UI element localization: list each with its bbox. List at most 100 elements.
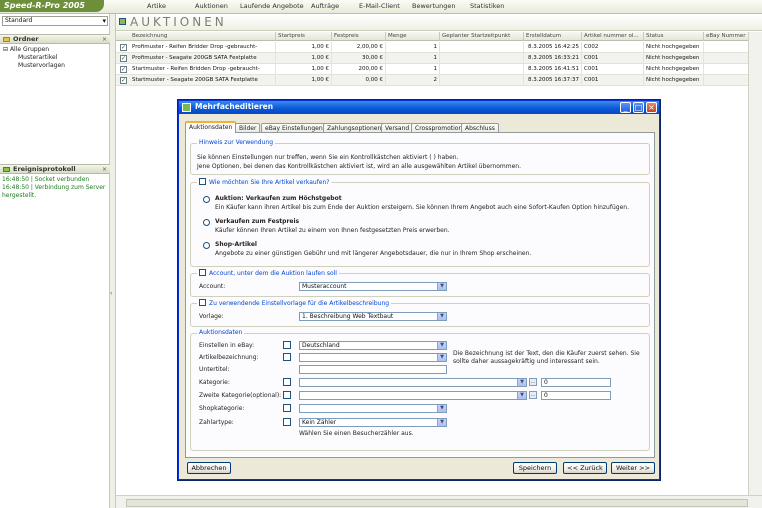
- row-checkbox[interactable]: ✓: [120, 55, 127, 62]
- minimize-button[interactable]: _: [620, 102, 631, 113]
- cell-start: 1,00 €: [276, 64, 332, 75]
- chevron-down-icon[interactable]: ▼: [437, 354, 446, 361]
- chevron-down-icon[interactable]: ▼: [437, 283, 446, 290]
- col-artikelnummer[interactable]: Artikel nummer ol...: [582, 32, 644, 41]
- tree-item-mustervorlagen[interactable]: Mustervorlagen: [18, 62, 65, 70]
- chevron-down-icon[interactable]: ▼: [437, 419, 446, 426]
- radio-shop-artikel[interactable]: [203, 242, 210, 249]
- template-label[interactable]: Zu verwendende Einstellvorlage für die A…: [197, 299, 392, 307]
- col-festpreis[interactable]: Festpreis: [332, 32, 386, 41]
- close-button[interactable]: ×: [646, 102, 657, 113]
- account-select[interactable]: Musteraccount ▼: [299, 282, 447, 291]
- nav-artikel[interactable]: Artike: [147, 2, 166, 10]
- cell-created: 8.3.2005 16:33:21: [524, 53, 582, 64]
- label-untertitel: Untertitel:: [199, 366, 230, 373]
- close-icon[interactable]: ×: [102, 165, 107, 174]
- radio-auktion[interactable]: [203, 196, 210, 203]
- col-bezeichnung[interactable]: Bezeichnung: [116, 32, 276, 41]
- vertical-scrollbar[interactable]: [748, 32, 762, 495]
- col-status[interactable]: Status: [644, 32, 704, 41]
- chevron-down-icon[interactable]: ▼: [517, 392, 526, 399]
- zweite-kategorie-browse-button[interactable]: ...: [529, 391, 537, 399]
- counter-note: Wählen Sie einen Besucherzähler aus.: [299, 430, 414, 437]
- checkbox-zaehler[interactable]: [283, 418, 291, 426]
- table-header: Bezeichnung Startpreis Festpreis Menge G…: [116, 32, 762, 41]
- dialog-titlebar[interactable]: Mehrfacheditieren _ □ ×: [179, 101, 659, 114]
- chevron-down-icon[interactable]: ▼: [437, 342, 446, 349]
- template-field-label: Vorlage:: [199, 313, 224, 320]
- account-checkbox[interactable]: [199, 269, 206, 276]
- kategorie-code[interactable]: 0: [541, 378, 611, 387]
- template-select[interactable]: 1. Beschreibung Web Textbaut ▼: [299, 312, 447, 321]
- sale-type-checkbox[interactable]: [199, 178, 206, 185]
- tab-auktionsdaten[interactable]: Auktionsdaten: [185, 121, 237, 133]
- row-checkbox[interactable]: ✓: [120, 66, 127, 73]
- kategorie-select[interactable]: ▼: [299, 378, 527, 387]
- next-button[interactable]: Weiter >>: [611, 462, 655, 474]
- zweite-kategorie-select[interactable]: ▼: [299, 391, 527, 400]
- zaehler-select[interactable]: Kein Zähler ▼: [299, 418, 447, 427]
- account-label[interactable]: Account, unter dem die Auktion laufen so…: [197, 269, 339, 277]
- col-menge[interactable]: Menge: [386, 32, 440, 41]
- shopkategorie-select[interactable]: ▼: [299, 404, 447, 413]
- close-icon[interactable]: ×: [102, 35, 107, 44]
- checkbox-zweite-kategorie[interactable]: [283, 391, 291, 399]
- log-line: 16:48:50 | Socket verbunden: [2, 176, 90, 183]
- col-startpreis[interactable]: Startpreis: [276, 32, 332, 41]
- nav-laufende-angebote[interactable]: Laufende Angebote: [240, 2, 304, 10]
- kategorie-browse-button[interactable]: ...: [529, 378, 537, 386]
- tree-item-musterartikel[interactable]: Musterartikel: [18, 54, 57, 62]
- hint-line-2: Jene Optionen, bei denen das Kontrollkäs…: [197, 163, 521, 170]
- chevron-down-icon[interactable]: ▼: [437, 313, 446, 320]
- col-geplanter-start[interactable]: Geplanter Startzeitpunkt: [440, 32, 524, 41]
- view-select[interactable]: Standard: [2, 16, 108, 26]
- table-row[interactable]: ✓ Startmuster - Seagate 200GB SATA Festp…: [116, 75, 762, 86]
- cell-name: Startmuster - Seagate 200GB SATA Festpla…: [130, 75, 276, 86]
- side-note: Die Bezeichnung ist der Text, den die Kä…: [453, 350, 640, 365]
- maximize-button[interactable]: □: [633, 102, 644, 113]
- table-row[interactable]: ✓ Profimuster - Reifen Bridder Drop -geb…: [116, 42, 762, 53]
- horizontal-scrollbar[interactable]: [116, 495, 762, 508]
- folders-panel-header: Ordner ×: [0, 34, 110, 44]
- cancel-button[interactable]: Abbrechen: [187, 462, 231, 474]
- log-icon: [3, 167, 10, 172]
- cell-status: Nicht hochgegeben: [644, 42, 704, 53]
- back-button[interactable]: << Zurück: [563, 462, 607, 474]
- checkbox-artikelbezeichnung[interactable]: [283, 353, 291, 361]
- template-checkbox[interactable]: [199, 299, 206, 306]
- nav-statistiken[interactable]: Statistiken: [470, 2, 504, 10]
- col-erstelldatum[interactable]: Erstelldatum: [524, 32, 582, 41]
- sale-type-group: Wie möchten Sie Ihre Artikel verkaufen? …: [190, 178, 650, 267]
- label-shopkategorie: Shopkategorie:: [199, 405, 245, 412]
- nav-bewertungen[interactable]: Bewertungen: [412, 2, 455, 10]
- radio-festpreis[interactable]: [203, 219, 210, 226]
- chevron-down-icon[interactable]: ▼: [517, 379, 526, 386]
- checkbox-kategorie[interactable]: [283, 378, 291, 386]
- auction-data-group: Auktionsdaten Einstellen in eBay: Deutsc…: [190, 329, 650, 451]
- row-checkbox[interactable]: ✓: [120, 44, 127, 51]
- tree-item-all-groups[interactable]: ⊟ Alle Gruppen: [3, 46, 49, 54]
- zweite-kategorie-code[interactable]: 0: [541, 391, 611, 400]
- cell-artnr: C002: [582, 42, 644, 53]
- chevron-down-icon[interactable]: ▼: [437, 405, 446, 412]
- artikelbezeichnung-input[interactable]: ▼: [299, 353, 447, 362]
- nav-auftraege[interactable]: Aufträge: [311, 2, 339, 10]
- log-line: hergestellt.: [2, 192, 37, 199]
- nav-email-client[interactable]: E-Mail-Client: [359, 2, 400, 10]
- nav-auktionen[interactable]: Auktionen: [195, 2, 228, 10]
- sale-type-label[interactable]: Wie möchten Sie Ihre Artikel verkaufen?: [197, 178, 332, 186]
- table-row[interactable]: ✓ Profimuster - Seagate 200GB SATA Festp…: [116, 53, 762, 64]
- row-checkbox[interactable]: ✓: [120, 77, 127, 84]
- checkbox-einstellen[interactable]: [283, 341, 291, 349]
- bulk-edit-dialog: Mehrfacheditieren _ □ × Auktionsdaten Bi…: [178, 100, 660, 480]
- collapse-arrow-icon[interactable]: ‹: [110, 290, 112, 297]
- table-row[interactable]: ✓ Startmuster - Reifen Bridden Drop -geb…: [116, 64, 762, 75]
- cell-name: Profimuster - Seagate 200GB SATA Festpla…: [130, 53, 276, 64]
- untertitel-input[interactable]: [299, 365, 447, 374]
- save-button[interactable]: Speichern: [513, 462, 557, 474]
- checkbox-shopkategorie[interactable]: [283, 404, 291, 412]
- account-group: Account, unter dem die Auktion laufen so…: [190, 269, 650, 297]
- einstellen-select[interactable]: Deutschland ▼: [299, 341, 447, 350]
- dialog-title: Mehrfacheditieren: [195, 102, 274, 111]
- option-shop-title: Shop-Artikel: [215, 241, 257, 248]
